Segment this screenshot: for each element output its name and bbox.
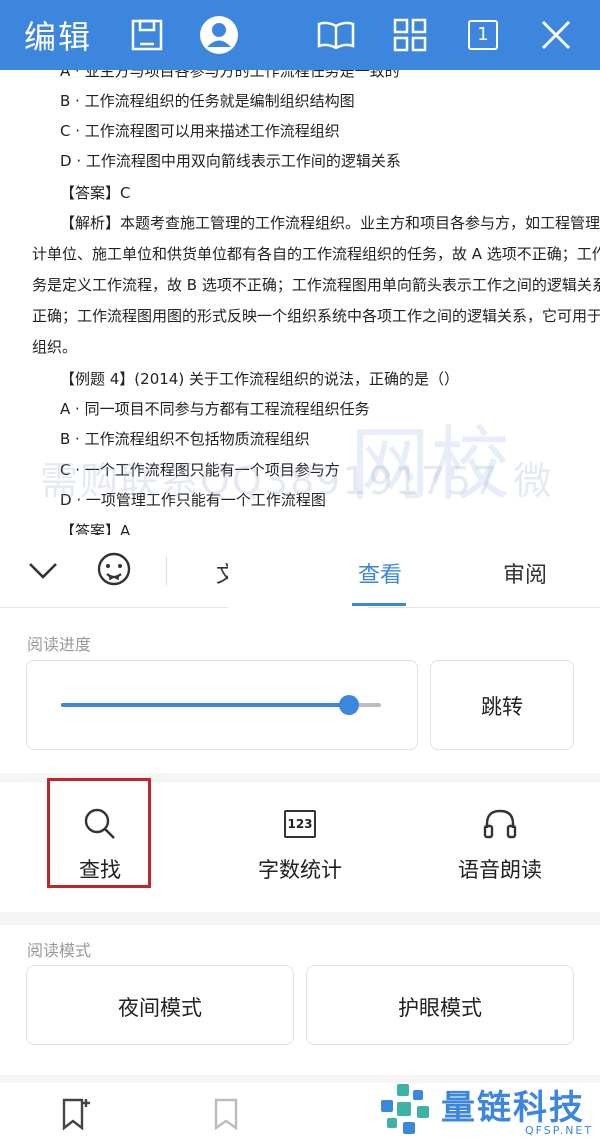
word-count-label: 字数统计 [258, 858, 342, 882]
page-count-text: 1 [468, 20, 498, 50]
popup-overlay [228, 535, 368, 615]
reading-mode-label: 阅读模式 [27, 941, 92, 960]
eye-care-mode-label: 护眼模式 [398, 996, 482, 1020]
doc-line: 组织。 [32, 338, 78, 356]
grid-icon[interactable] [385, 10, 435, 60]
eye-care-mode-button[interactable]: 护眼模式 [306, 965, 574, 1045]
read-aloud-label: 语音朗读 [458, 858, 542, 882]
bookmark-list-icon[interactable] [212, 1097, 240, 1135]
word-count-button[interactable]: 123 字数统计 [200, 782, 400, 912]
doc-line: 【例题 4】(2014) 关于工作流程组织的说法，正确的是（） [60, 370, 459, 388]
doc-line: D · 工作流程图中用双向箭线表示工作间的逻辑关系 [60, 152, 401, 170]
doc-line: 【答案】C [60, 184, 131, 202]
top-toolbar: 编辑 1 [0, 0, 600, 70]
reading-progress-section: 阅读进度 跳转 [0, 608, 600, 773]
reading-mode-section: 阅读模式 夜间模式 护眼模式 [0, 925, 600, 1075]
brand-name: 量链科技 [441, 1088, 585, 1128]
document-page[interactable]: A · 业主方与项目各参与方的工作流程任务是一致的 B · 工作流程组织的任务就… [0, 70, 600, 540]
reading-progress-label: 阅读进度 [27, 635, 92, 654]
progress-card [26, 660, 418, 750]
emoji-icon[interactable] [96, 551, 132, 591]
doc-line: C · 工作流程图可以用来描述工作流程组织 [60, 122, 340, 140]
brand-logo: 量链科技 QFSP.NET [375, 1078, 600, 1140]
doc-line: A · 同一项目不同参与方都有工程流程组织任务 [60, 400, 370, 418]
word-count-icon: 123 [280, 804, 320, 844]
night-mode-button[interactable]: 夜间模式 [26, 965, 294, 1045]
doc-line: B · 工作流程组织的任务就是编制组织结构图 [60, 92, 355, 110]
edit-title[interactable]: 编辑 [24, 12, 92, 58]
tab-active-indicator [352, 603, 406, 606]
close-icon[interactable] [531, 10, 581, 60]
doc-line: 正确；工作流程图用图的形式反映一个组织系统中各项工作之间的逻辑关系，它可用于描述 [32, 307, 600, 325]
save-icon[interactable] [122, 10, 172, 60]
view-panel: 文 查看 审阅 阅读进度 跳转 查找 123 字数统计 语音朗读 阅读模式 夜间… [0, 535, 600, 1140]
jump-button-label: 跳转 [481, 695, 523, 719]
headphones-icon [480, 804, 520, 844]
tab-view[interactable]: 查看 [358, 557, 402, 589]
tab-review[interactable]: 审阅 [503, 557, 547, 589]
brand-logo-icon [381, 1084, 429, 1134]
ribbon-tabs: 文 查看 审阅 [0, 535, 600, 615]
night-mode-label: 夜间模式 [118, 996, 202, 1020]
add-bookmark-icon[interactable] [60, 1097, 90, 1135]
tab-divider [166, 557, 167, 585]
collapse-chevron-icon[interactable] [26, 555, 60, 589]
word-count-icon-text: 123 [284, 810, 316, 838]
doc-line: A · 业主方与项目各参与方的工作流程任务是一致的 [60, 70, 400, 80]
jump-button[interactable]: 跳转 [430, 660, 574, 750]
brand-url: QFSP.NET [525, 1124, 594, 1137]
progress-slider-thumb[interactable] [339, 695, 359, 715]
doc-line: B · 工作流程组织不包括物质流程组织 [60, 430, 310, 448]
progress-slider-fill [61, 703, 349, 707]
doc-line: 务是定义工作流程，故 B 选项不正确；工作流程图用单向箭头表示工作之间的逻辑关系… [32, 276, 600, 294]
page-count-icon[interactable]: 1 [458, 10, 508, 60]
doc-line: 计单位、施工单位和供货单位都有各自的工作流程组织的任务，故 A 选项不正确；工作… [32, 245, 600, 263]
book-icon[interactable] [311, 10, 361, 60]
account-icon[interactable] [194, 10, 244, 60]
find-highlight-box [47, 778, 151, 888]
progress-slider[interactable] [61, 695, 381, 715]
watermark: 需购联系QQ389191757 微 [40, 459, 554, 503]
doc-line: 【解析】本题考查施工管理的工作流程组织。业主方和项目各参与方，如工程管理咨询 [60, 214, 600, 232]
read-aloud-button[interactable]: 语音朗读 [400, 782, 600, 912]
